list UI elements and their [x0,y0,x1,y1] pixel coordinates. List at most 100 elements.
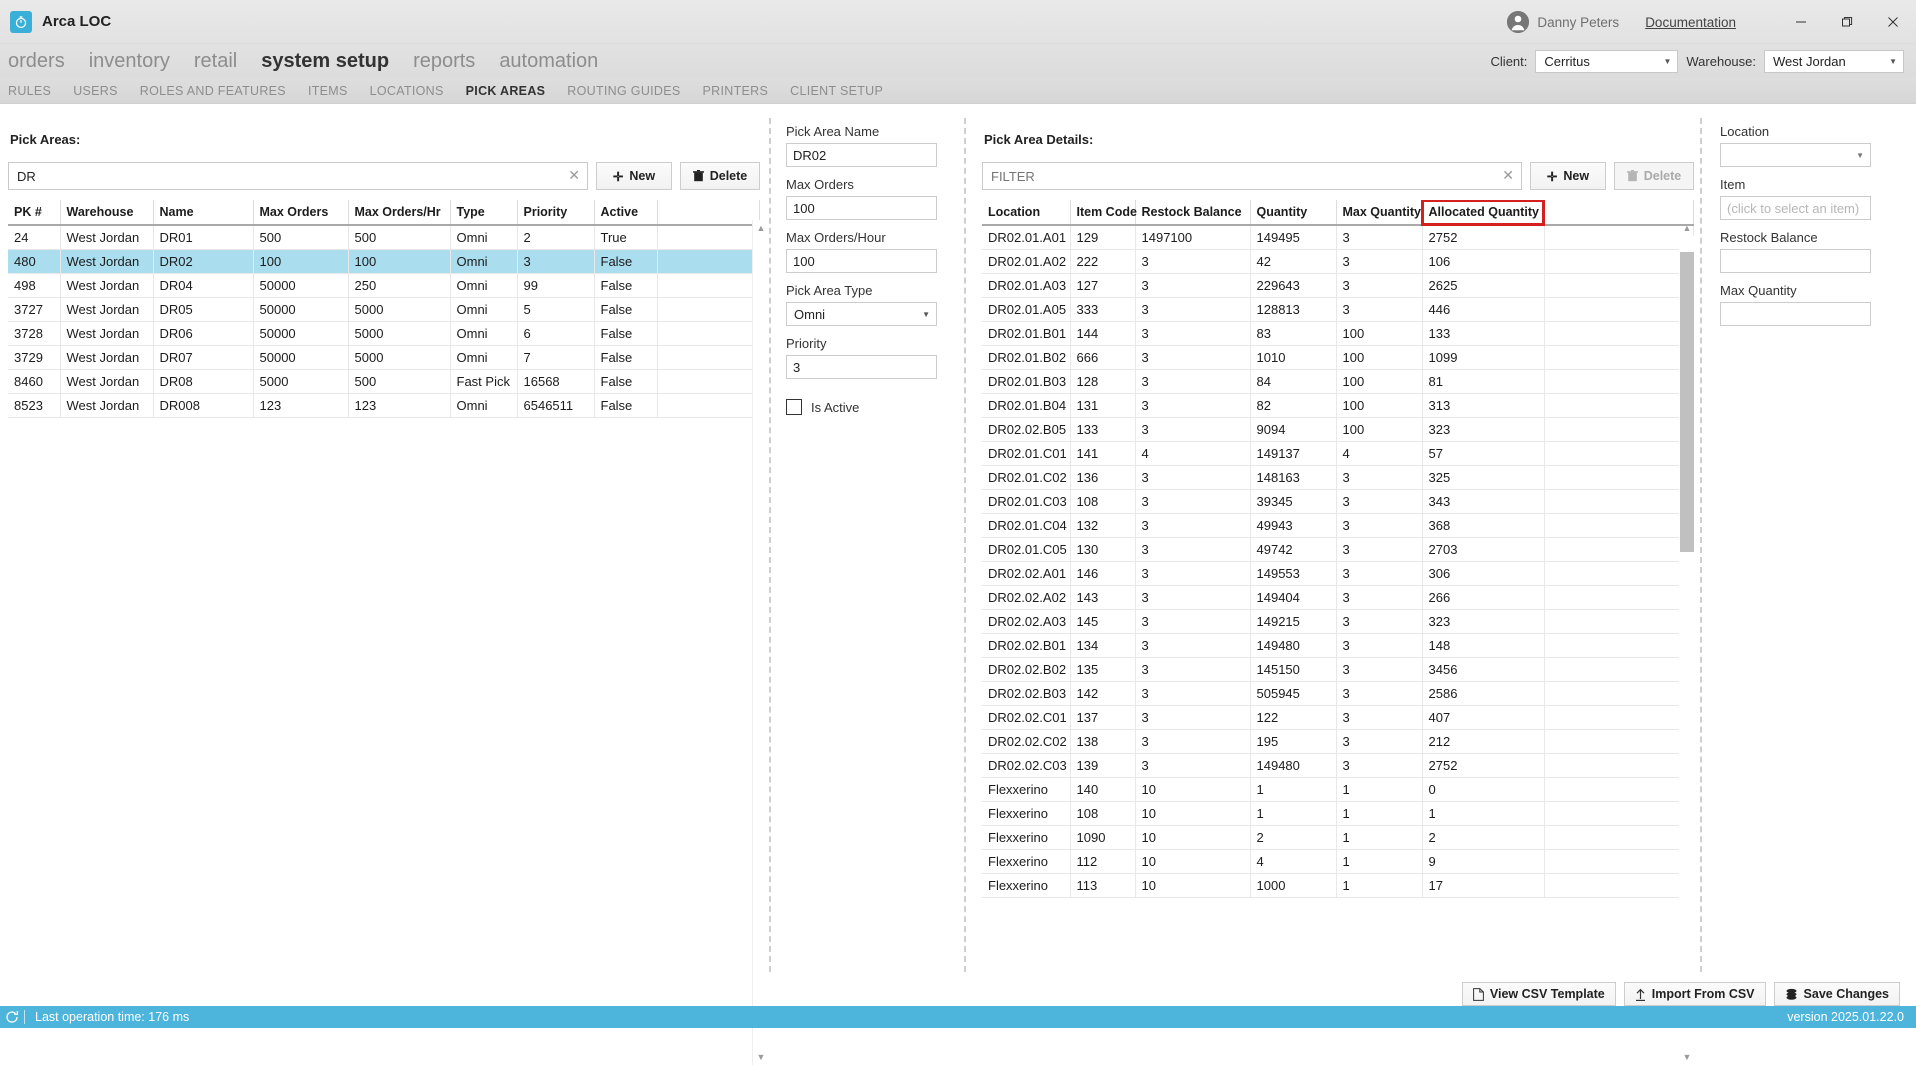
table-row[interactable]: DR02.01.A03 127 3 229643 3 2625 [982,273,1694,298]
restore-icon[interactable] [1824,0,1870,44]
tab-routing-guides[interactable]: ROUTING GUIDES [567,84,680,98]
scroll-down-icon[interactable]: ▼ [753,1049,769,1065]
tab-locations[interactable]: LOCATIONS [370,84,444,98]
col-max-orders[interactable]: Max Orders [253,200,349,226]
table-row[interactable]: DR02.02.C01 137 3 122 3 407 [982,705,1694,730]
details-scroll-track[interactable] [1679,236,1695,1049]
col-name[interactable]: Name [153,200,254,226]
details-scroll-thumb[interactable] [1680,252,1694,552]
pick-area-name-input[interactable] [786,143,937,167]
table-row[interactable]: DR02.02.A02 143 3 149404 3 266 [982,585,1694,610]
pick-areas-scrollbar[interactable]: ▲ ▼ [752,220,768,1065]
table-row[interactable]: Flexxerino 113 10 1000 1 17 [982,873,1694,898]
table-row[interactable]: 8460 West Jordan DR08 5000 500 Fast Pick 16568… [8,369,760,394]
col-location[interactable]: Location [982,200,1071,226]
table-row[interactable]: DR02.02.B05 133 3 9094 100 323 [982,417,1694,442]
table-row[interactable]: DR02.01.C02 136 3 148163 3 325 [982,465,1694,490]
col-max-quantity[interactable]: Max Quantity [1336,200,1423,226]
col-warehouse[interactable]: Warehouse [60,200,154,226]
pick-area-type-select[interactable]: Omni ▼ [786,302,937,326]
table-row[interactable]: 8523 West Jordan DR008 123 123 Omni 6546511 Fal… [8,393,760,418]
user-chip[interactable]: Danny Peters [1507,11,1619,33]
tab-rules[interactable]: RULES [8,84,51,98]
nav-item-retail[interactable]: retail [194,51,237,71]
documentation-link[interactable]: Documentation [1645,15,1736,30]
minimize-icon[interactable] [1778,0,1824,44]
client-select[interactable]: Cerritus ▼ [1535,49,1679,73]
col-allocated-quantity[interactable]: Allocated Quantity [1421,200,1545,226]
tab-items[interactable]: ITEMS [308,84,348,98]
details-filter-input[interactable] [982,162,1522,190]
table-row[interactable]: 480 West Jordan DR02 100 100 Omni 3 False [8,249,760,274]
tab-users[interactable]: USERS [73,84,118,98]
col-active[interactable]: Active [594,200,658,226]
table-row[interactable]: Flexxerino 108 10 1 1 1 [982,801,1694,826]
pick-area-delete-button[interactable]: Delete [680,162,760,190]
location-select[interactable]: ▼ [1720,143,1871,167]
save-changes-button[interactable]: Save Changes [1773,982,1900,1006]
table-row[interactable]: DR02.01.C04 132 3 49943 3 368 [982,513,1694,538]
nav-item-orders[interactable]: orders [8,51,65,71]
table-row[interactable]: DR02.01.B04 131 3 82 100 313 [982,393,1694,418]
max-orders-input[interactable] [786,196,937,220]
pick-areas-search-input[interactable] [8,162,588,190]
nav-item-automation[interactable]: automation [499,51,598,71]
clear-search-icon[interactable]: ✕ [568,168,580,182]
col-max-orders-hr[interactable]: Max Orders/Hr [348,200,451,226]
view-csv-template-button[interactable]: View CSV Template [1461,982,1616,1006]
table-row[interactable]: 498 West Jordan DR04 50000 250 Omni 99 False [8,273,760,298]
nav-item-inventory[interactable]: inventory [89,51,170,71]
tab-roles-and-features[interactable]: ROLES AND FEATURES [140,84,286,98]
table-row[interactable]: DR02.02.C02 138 3 195 3 212 [982,729,1694,754]
col-quantity[interactable]: Quantity [1250,200,1337,226]
priority-input[interactable] [786,355,937,379]
table-row[interactable]: DR02.02.A03 145 3 149215 3 323 [982,609,1694,634]
col-pk[interactable]: PK # [8,200,61,226]
clear-filter-icon[interactable]: ✕ [1502,168,1514,182]
table-row[interactable]: DR02.02.A01 146 3 149553 3 306 [982,561,1694,586]
refresh-icon[interactable] [0,1010,24,1024]
col-type[interactable]: Type [450,200,518,226]
table-row[interactable]: 3727 West Jordan DR05 50000 5000 Omni 5 False [8,297,760,322]
detail-new-button[interactable]: ✛ New [1530,162,1606,190]
table-row[interactable]: DR02.01.B01 144 3 83 100 133 [982,321,1694,346]
max-orders-hour-input[interactable] [786,249,937,273]
table-row[interactable]: DR02.02.B01 134 3 149480 3 148 [982,633,1694,658]
table-row[interactable]: DR02.01.A01 129 1497100 149495 3 2752 [982,225,1694,250]
tab-client-setup[interactable]: CLIENT SETUP [790,84,883,98]
table-row[interactable]: 3729 West Jordan DR07 50000 5000 Omni 7 False [8,345,760,370]
is-active-checkbox[interactable] [786,399,802,415]
pick-area-new-button[interactable]: ✛ New [596,162,672,190]
table-row[interactable]: DR02.01.C03 108 3 39345 3 343 [982,489,1694,514]
table-row[interactable]: Flexxerino 140 10 1 1 0 [982,777,1694,802]
table-row[interactable]: DR02.02.B02 135 3 145150 3 3456 [982,657,1694,682]
item-field[interactable] [1720,196,1871,220]
scroll-down-icon[interactable]: ▼ [1679,1049,1695,1065]
table-row[interactable]: Flexxerino 112 10 4 1 9 [982,849,1694,874]
nav-item-system-setup[interactable]: system setup [261,51,389,71]
table-row[interactable]: DR02.01.B02 666 3 1010 100 1099 [982,345,1694,370]
col-restock-balance[interactable]: Restock Balance [1135,200,1251,226]
close-icon[interactable] [1870,0,1916,44]
nav-item-reports[interactable]: reports [413,51,475,71]
scroll-up-icon[interactable]: ▲ [1679,220,1695,236]
tab-pick-areas[interactable]: PICK AREAS [466,84,546,98]
col-item-code[interactable]: Item Code [1070,200,1137,226]
warehouse-select[interactable]: West Jordan ▼ [1764,49,1904,73]
scroll-up-icon[interactable]: ▲ [753,220,769,236]
max-quantity-input[interactable] [1720,302,1871,326]
table-row[interactable]: DR02.02.C03 139 3 149480 3 2752 [982,753,1694,778]
table-row[interactable]: DR02.01.A05 333 3 128813 3 446 [982,297,1694,322]
table-row[interactable]: Flexxerino 1090 10 2 1 2 [982,825,1694,850]
table-row[interactable]: 3728 West Jordan DR06 50000 5000 Omni 6 False [8,321,760,346]
table-row[interactable]: DR02.01.B03 128 3 84 100 81 [982,369,1694,394]
table-row[interactable]: DR02.01.C05 130 3 49742 3 2703 [982,537,1694,562]
col-priority[interactable]: Priority [517,200,595,226]
import-from-csv-button[interactable]: Import From CSV [1623,982,1766,1006]
table-row[interactable]: DR02.01.A02 222 3 42 3 106 [982,249,1694,274]
table-row[interactable]: 24 West Jordan DR01 500 500 Omni 2 True [8,225,760,250]
details-scrollbar[interactable]: ▲ ▼ [1679,220,1695,1065]
tab-printers[interactable]: PRINTERS [703,84,769,98]
restock-balance-input[interactable] [1720,249,1871,273]
table-row[interactable]: DR02.02.B03 142 3 505945 3 2586 [982,681,1694,706]
